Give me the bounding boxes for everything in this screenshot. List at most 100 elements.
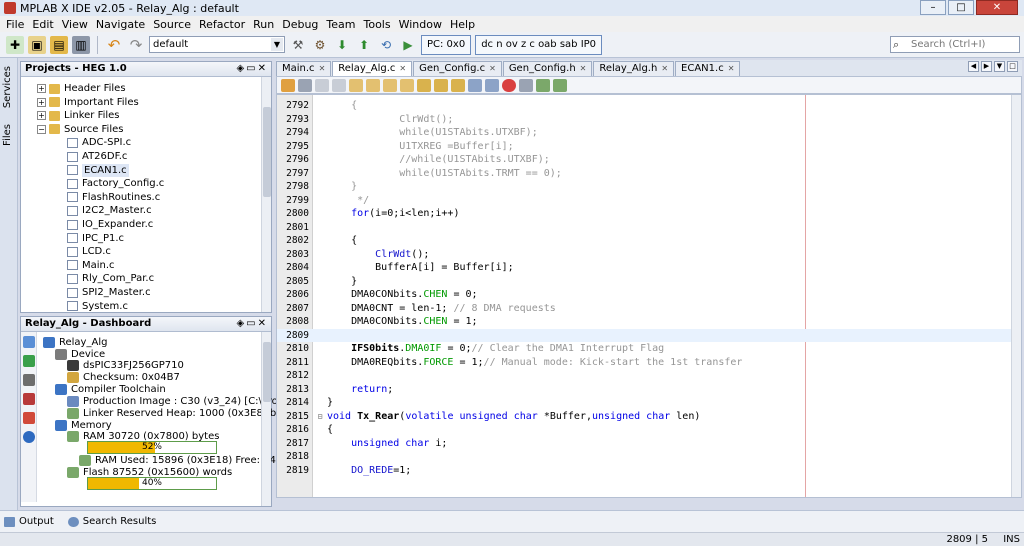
history-icon[interactable] xyxy=(298,78,312,92)
services-tab[interactable]: Services xyxy=(2,66,13,108)
dashboard-scrollbar[interactable] xyxy=(261,332,271,506)
code-line[interactable]: 2794 while(U1STAbits.UTXBF); xyxy=(277,126,1021,140)
code-line[interactable]: 2818 xyxy=(277,450,1021,464)
shift-right-icon[interactable] xyxy=(485,78,499,92)
undo-icon[interactable]: ↶ xyxy=(105,36,123,54)
code-line[interactable]: 2797 while(U1STAbits.TRMT == 0); xyxy=(277,167,1021,181)
menu-window[interactable]: Window xyxy=(395,18,446,31)
close-tab-icon[interactable]: ✕ xyxy=(489,62,496,76)
start-macro-icon[interactable] xyxy=(502,78,516,92)
menu-help[interactable]: Help xyxy=(446,18,479,31)
close-tab-icon[interactable]: ✕ xyxy=(728,62,735,76)
shift-left-icon[interactable] xyxy=(468,78,482,92)
hammer-icon[interactable]: ⚒ xyxy=(289,36,307,54)
save-all-icon[interactable]: ▥ xyxy=(72,35,90,54)
menu-file[interactable]: File xyxy=(2,18,28,31)
code-line[interactable]: 2814} xyxy=(277,396,1021,410)
scroll-thumb[interactable] xyxy=(263,107,271,197)
code-line[interactable]: 2810 IFS0bits.DMA0IF = 0;// Clear the DM… xyxy=(277,342,1021,356)
code-line[interactable]: 2800 for(i=0;i<len;i++) xyxy=(277,207,1021,221)
build-broom-icon[interactable]: ⚙ xyxy=(311,36,329,54)
tree-file[interactable]: ECAN1.c xyxy=(67,163,129,177)
close-button[interactable]: ✕ xyxy=(976,0,1018,15)
tree-file[interactable]: AT26DF.c xyxy=(67,150,127,163)
prev-bookmark-icon[interactable] xyxy=(417,78,431,92)
configuration-select[interactable]: default ▼ xyxy=(149,36,285,53)
next-bookmark-icon[interactable] xyxy=(434,78,448,92)
report-icon[interactable] xyxy=(23,412,35,424)
code-line[interactable]: 2817 unsigned char i; xyxy=(277,437,1021,451)
source-view-icon[interactable] xyxy=(281,78,295,92)
search-results-tab[interactable]: Search Results xyxy=(67,516,156,527)
open-project-icon[interactable]: ▤ xyxy=(50,35,68,54)
close-tab-icon[interactable]: ✕ xyxy=(580,62,587,76)
code-line[interactable]: 2804 BufferA[i] = Buffer[i]; xyxy=(277,261,1021,275)
scroll-tabs-right-icon[interactable]: ▶ xyxy=(981,61,992,72)
close-tab-icon[interactable]: ✕ xyxy=(399,62,406,76)
uncomment-icon[interactable] xyxy=(553,78,567,92)
find-selection-icon[interactable] xyxy=(383,78,397,92)
panel-controls[interactable]: ◈▭✕ xyxy=(236,317,268,331)
debug-project-icon[interactable]: ▶ xyxy=(399,36,417,54)
comment-icon[interactable] xyxy=(536,78,550,92)
code-line[interactable]: 2809 xyxy=(277,328,1021,342)
code-line[interactable]: 2807 DMA0CNT = len-1; // 8 DMA requests xyxy=(277,302,1021,316)
menu-debug[interactable]: Debug xyxy=(278,18,322,31)
read-device-icon[interactable]: ⬆ xyxy=(355,36,373,54)
code-line[interactable]: 2813 return; xyxy=(277,383,1021,397)
code-line[interactable]: 2819 DO_REDE=1; xyxy=(277,464,1021,478)
panel-controls[interactable]: ◈▭✕ xyxy=(236,62,268,76)
code-line[interactable]: 2792 { xyxy=(277,99,1021,113)
maximize-editor-icon[interactable]: □ xyxy=(1007,61,1018,72)
expand-toggle-icon[interactable]: + xyxy=(37,84,46,93)
new-file-icon[interactable]: ✚ xyxy=(6,35,24,54)
tree-file[interactable]: Factory_Config.c xyxy=(67,177,164,190)
scroll-tabs-left-icon[interactable]: ◀ xyxy=(968,61,979,72)
tree-folder[interactable]: − Source Files xyxy=(37,123,123,136)
menu-source[interactable]: Source xyxy=(149,18,195,31)
tree-file[interactable]: Rly_Com_Par.c xyxy=(67,272,154,285)
code-line[interactable]: 2812 xyxy=(277,369,1021,383)
tree-file[interactable]: IPC_P1.c xyxy=(67,232,124,245)
expand-toggle-icon[interactable]: + xyxy=(37,111,46,121)
find-previous-icon[interactable] xyxy=(349,78,363,92)
forward-icon[interactable] xyxy=(332,78,346,92)
code-line[interactable]: 2806 DMA0CONbits.CHEN = 0; xyxy=(277,288,1021,302)
back-icon[interactable] xyxy=(315,78,329,92)
output-window-tab[interactable]: Output xyxy=(4,516,54,527)
code-line[interactable]: 2808 DMA0CONbits.CHEN = 1; xyxy=(277,315,1021,329)
menu-team[interactable]: Team xyxy=(322,18,359,31)
code-line[interactable]: 2811 DMA0REQbits.FORCE = 1;// Manual mod… xyxy=(277,356,1021,370)
projects-scrollbar[interactable] xyxy=(261,77,271,312)
editor-tab[interactable]: ECAN1.c ✕ xyxy=(675,61,741,76)
code-line[interactable]: 2803 ClrWdt(); xyxy=(277,248,1021,262)
redo-icon[interactable]: ↷ xyxy=(127,36,145,54)
code-line[interactable]: 2805 } xyxy=(277,275,1021,289)
tree-file[interactable]: IO_Expander.c xyxy=(67,218,153,231)
fold-marker-icon[interactable]: ⊟ xyxy=(315,410,325,424)
tree-file[interactable]: ADC-SPI.c xyxy=(67,136,131,149)
maximize-button[interactable]: □ xyxy=(948,0,974,15)
tree-file[interactable]: System.c xyxy=(67,300,128,313)
tree-file[interactable]: Main.c xyxy=(67,259,115,272)
expand-toggle-icon[interactable]: + xyxy=(37,97,46,107)
tree-folder[interactable]: + Header Files xyxy=(37,82,126,95)
expand-toggle-icon[interactable]: − xyxy=(37,124,46,134)
close-tab-icon[interactable]: ✕ xyxy=(661,62,668,76)
scroll-thumb[interactable] xyxy=(263,342,271,402)
tree-folder[interactable]: + Important Files xyxy=(37,96,139,109)
close-tab-icon[interactable]: ✕ xyxy=(319,62,326,76)
editor-tab[interactable]: Relay_Alg.h ✕ xyxy=(593,61,675,76)
pdf-icon[interactable] xyxy=(23,393,35,405)
make-program-icon[interactable]: ⬇ xyxy=(333,36,351,54)
menu-view[interactable]: View xyxy=(58,18,92,31)
settings-icon[interactable] xyxy=(23,336,35,348)
reset-icon[interactable]: ⟲ xyxy=(377,36,395,54)
help-icon[interactable] xyxy=(23,431,35,443)
find-next-icon[interactable] xyxy=(366,78,380,92)
editor-scrollbar[interactable] xyxy=(1011,95,1021,497)
tree-file[interactable]: LCD.c xyxy=(67,245,111,258)
editor-tab[interactable]: Gen_Config.h ✕ xyxy=(502,61,593,76)
toggle-bookmark-icon[interactable] xyxy=(451,78,465,92)
tree-file[interactable]: I2C2_Master.c xyxy=(67,204,152,217)
